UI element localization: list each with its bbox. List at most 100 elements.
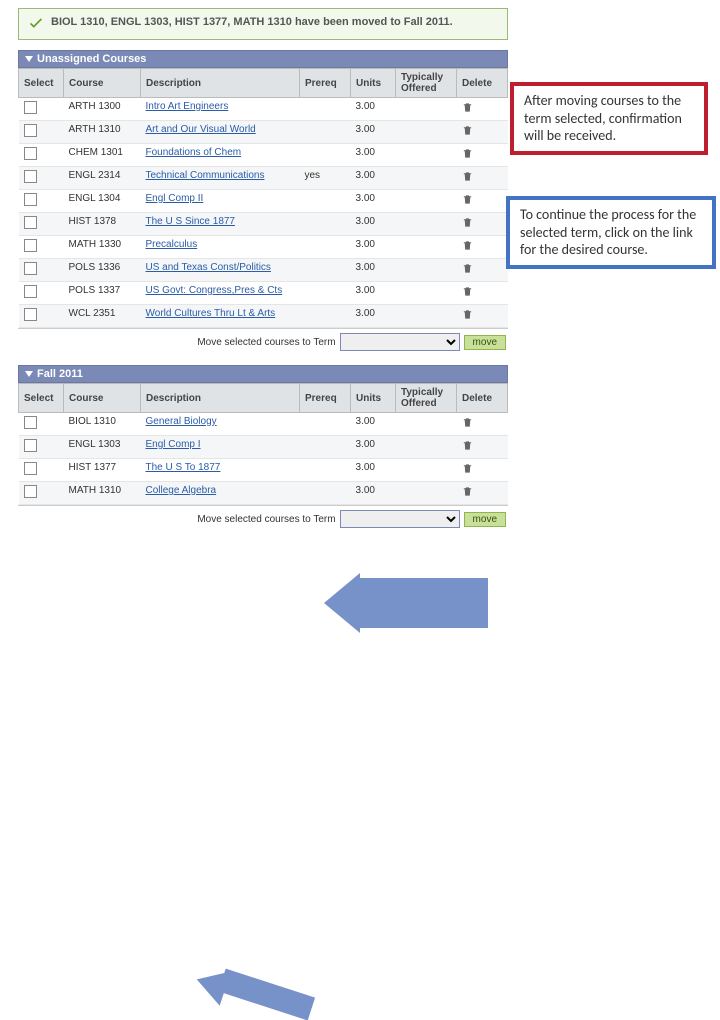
trash-icon[interactable] <box>462 193 503 206</box>
course-link[interactable]: The U S To 1877 <box>146 462 221 473</box>
table-row: CHEM 1301Foundations of Chem3.00 <box>19 144 508 167</box>
trash-icon[interactable] <box>462 462 503 475</box>
prereq <box>300 98 351 121</box>
move-bar-2: Move selected courses to Term move <box>18 505 508 532</box>
course-link[interactable]: Precalculus <box>146 239 198 250</box>
offered <box>396 213 457 236</box>
trash-icon[interactable] <box>462 239 503 252</box>
trash-icon[interactable] <box>462 170 503 183</box>
table-row: ARTH 1310Art and Our Visual World3.00 <box>19 121 508 144</box>
row-checkbox[interactable] <box>24 124 37 137</box>
row-checkbox[interactable] <box>24 285 37 298</box>
row-checkbox[interactable] <box>24 262 37 275</box>
callout-blue-text: To continue the process for the selected… <box>520 206 696 258</box>
course-code: ENGL 2314 <box>64 167 141 190</box>
trash-icon[interactable] <box>462 216 503 229</box>
col-desc[interactable]: Description <box>141 69 300 98</box>
offered <box>396 436 457 459</box>
row-checkbox[interactable] <box>24 101 37 114</box>
col-offered[interactable]: Typically Offered <box>396 384 457 413</box>
course-link[interactable]: The U S Since 1877 <box>146 216 236 227</box>
col-prereq[interactable]: Prereq <box>300 69 351 98</box>
course-link[interactable]: US Govt: Congress,Pres & Cts <box>146 285 283 296</box>
trash-icon[interactable] <box>462 147 503 160</box>
panel-header-fall2011[interactable]: Fall 2011 <box>18 365 508 383</box>
trash-icon[interactable] <box>462 101 503 114</box>
col-offered[interactable]: Typically Offered <box>396 69 457 98</box>
course-link[interactable]: US and Texas Const/Politics <box>146 262 271 273</box>
course-link[interactable]: Technical Communications <box>146 170 265 181</box>
col-select[interactable]: Select <box>19 384 64 413</box>
chevron-down-icon <box>25 371 33 377</box>
course-link[interactable]: Engl Comp II <box>146 193 204 204</box>
course-link[interactable]: Foundations of Chem <box>146 147 242 158</box>
row-checkbox[interactable] <box>24 308 37 321</box>
trash-icon[interactable] <box>462 124 503 137</box>
trash-icon[interactable] <box>462 439 503 452</box>
table-row: HIST 1377The U S To 18773.00 <box>19 459 508 482</box>
offered <box>396 98 457 121</box>
col-course[interactable]: Course <box>64 384 141 413</box>
col-delete[interactable]: Delete <box>457 69 508 98</box>
col-prereq[interactable]: Prereq <box>300 384 351 413</box>
callout-red: After moving courses to the term selecte… <box>510 82 708 155</box>
trash-icon[interactable] <box>462 416 503 429</box>
trash-icon[interactable] <box>462 285 503 298</box>
fall-2011-panel: Fall 2011 Select Course Description Prer… <box>18 365 508 532</box>
table-row: WCL 2351World Cultures Thru Lt & Arts3.0… <box>19 305 508 328</box>
row-checkbox[interactable] <box>24 416 37 429</box>
units: 3.00 <box>351 459 396 482</box>
prereq <box>300 121 351 144</box>
row-checkbox[interactable] <box>24 239 37 252</box>
course-code: WCL 2351 <box>64 305 141 328</box>
units: 3.00 <box>351 213 396 236</box>
offered <box>396 482 457 505</box>
col-delete[interactable]: Delete <box>457 384 508 413</box>
row-checkbox[interactable] <box>24 462 37 475</box>
term-select-1[interactable] <box>340 333 460 351</box>
prereq <box>300 259 351 282</box>
course-link[interactable]: World Cultures Thru Lt & Arts <box>146 308 276 319</box>
trash-icon[interactable] <box>462 262 503 275</box>
table-row: ENGL 1304Engl Comp II3.00 <box>19 190 508 213</box>
course-link[interactable]: Engl Comp I <box>146 439 201 450</box>
move-bar-1: Move selected courses to Term move <box>18 328 508 355</box>
course-code: ARTH 1300 <box>64 98 141 121</box>
table-row: POLS 1337US Govt: Congress,Pres & Cts3.0… <box>19 282 508 305</box>
row-checkbox[interactable] <box>24 439 37 452</box>
move-button[interactable]: move <box>464 335 506 350</box>
units: 3.00 <box>351 282 396 305</box>
offered <box>396 144 457 167</box>
table-row: BIOL 1310General Biology3.00 <box>19 413 508 436</box>
row-checkbox[interactable] <box>24 193 37 206</box>
table-row: HIST 1378The U S Since 18773.00 <box>19 213 508 236</box>
term-select-2[interactable] <box>340 510 460 528</box>
move-button[interactable]: move <box>464 512 506 527</box>
row-checkbox[interactable] <box>24 147 37 160</box>
trash-icon[interactable] <box>462 308 503 321</box>
prereq <box>300 213 351 236</box>
col-units[interactable]: Units <box>351 384 396 413</box>
callout-red-text: After moving courses to the term selecte… <box>524 92 682 144</box>
table-row: MATH 1330Precalculus3.00 <box>19 236 508 259</box>
row-checkbox[interactable] <box>24 216 37 229</box>
course-link[interactable]: General Biology <box>146 416 217 427</box>
row-checkbox[interactable] <box>24 485 37 498</box>
col-units[interactable]: Units <box>351 69 396 98</box>
row-checkbox[interactable] <box>24 170 37 183</box>
col-desc[interactable]: Description <box>141 384 300 413</box>
prereq <box>300 282 351 305</box>
units: 3.00 <box>351 413 396 436</box>
course-link[interactable]: Art and Our Visual World <box>146 124 256 135</box>
check-icon <box>27 15 45 33</box>
course-code: MATH 1310 <box>64 482 141 505</box>
offered <box>396 259 457 282</box>
unassigned-courses-panel: Unassigned Courses Select Course Descrip… <box>18 50 508 355</box>
col-select[interactable]: Select <box>19 69 64 98</box>
trash-icon[interactable] <box>462 485 503 498</box>
col-course[interactable]: Course <box>64 69 141 98</box>
panel-header-unassigned[interactable]: Unassigned Courses <box>18 50 508 68</box>
course-link[interactable]: College Algebra <box>146 485 217 496</box>
course-link[interactable]: Intro Art Engineers <box>146 101 229 112</box>
prereq <box>300 482 351 505</box>
